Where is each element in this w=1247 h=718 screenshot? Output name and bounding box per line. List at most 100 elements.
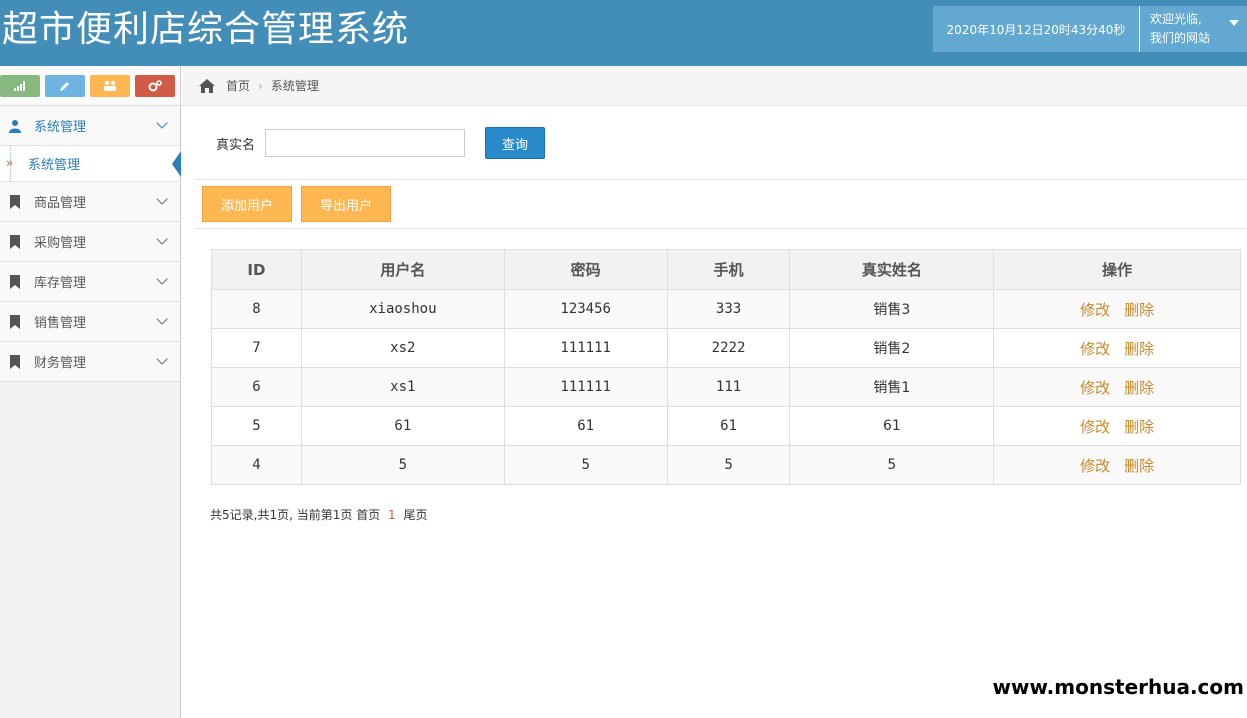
toolbar: 添加用户 导出用户 <box>196 179 1247 229</box>
search-row: 真实名 查询 <box>216 127 546 159</box>
realname-search-input[interactable] <box>265 129 466 157</box>
users-icon <box>104 80 116 91</box>
user-table: ID 用户名 密码 手机 真实姓名 操作 8 xiaoshou 123456 3… <box>211 249 1241 485</box>
active-pointer-icon <box>172 151 181 177</box>
edit-link[interactable]: 修改 <box>1080 457 1110 475</box>
edit-link[interactable]: 修改 <box>1080 340 1110 358</box>
chevron-down-icon <box>156 273 168 285</box>
sidebar-item-label: 系统管理 <box>34 120 87 135</box>
shortcut-users-button[interactable] <box>90 74 130 97</box>
sidebar-item-label: 采购管理 <box>34 236 87 251</box>
sidebar-subitem-label: 系统管理 <box>28 158 81 173</box>
cell-password: 111111 <box>503 328 668 368</box>
delete-link[interactable]: 删除 <box>1124 379 1154 397</box>
cell-id: 6 <box>211 367 302 407</box>
app-header: 超市便利店综合管理系统 2020年10月12日20时43分40秒 欢迎光临, 我… <box>0 0 1247 66</box>
chevron-right-icon: › <box>258 78 263 93</box>
sidebar-item-goods[interactable]: 商品管理 <box>0 182 180 222</box>
bookmark-icon <box>8 194 22 209</box>
search-button[interactable]: 查询 <box>485 127 546 159</box>
shortcut-signal-button[interactable] <box>0 74 40 97</box>
home-icon <box>199 78 215 93</box>
cell-actions: 修改 删除 <box>993 328 1241 368</box>
delete-link[interactable]: 删除 <box>1124 340 1154 358</box>
sidebar-item-label: 库存管理 <box>34 276 87 291</box>
cell-realname: 销售3 <box>789 289 995 329</box>
sidebar-item-system[interactable]: 系统管理 <box>0 106 180 146</box>
sidebar-shortcuts <box>0 66 180 106</box>
sidebar-item-sales[interactable]: 销售管理 <box>0 302 180 342</box>
table-row: 6 xs1 111111 111 销售1 修改 删除 <box>211 367 1241 407</box>
col-header-password: 密码 <box>503 249 668 290</box>
table-header-row: ID 用户名 密码 手机 真实姓名 操作 <box>211 249 1241 290</box>
cell-id: 4 <box>211 445 302 485</box>
bookmark-icon <box>8 274 22 289</box>
sidebar-item-label: 销售管理 <box>34 316 87 331</box>
cell-password: 61 <box>503 406 668 446</box>
edit-link[interactable]: 修改 <box>1080 418 1110 436</box>
table-row: 8 xiaoshou 123456 333 销售3 修改 删除 <box>211 289 1241 329</box>
sidebar-subitem-system[interactable]: » 系统管理 <box>0 146 181 182</box>
add-user-button[interactable]: 添加用户 <box>202 186 292 222</box>
bookmark-icon <box>8 234 22 249</box>
cogs-icon <box>148 79 162 91</box>
pagination-current-page[interactable]: 1 <box>388 508 396 522</box>
app-title: 超市便利店综合管理系统 <box>2 9 410 50</box>
chevron-down-icon <box>156 353 168 365</box>
cell-username: 5 <box>300 445 505 485</box>
user-menu[interactable]: 欢迎光临, 我们的网站 <box>1140 6 1247 52</box>
delete-link[interactable]: 删除 <box>1124 301 1154 319</box>
cell-id: 7 <box>211 328 302 368</box>
delete-link[interactable]: 删除 <box>1124 457 1154 475</box>
delete-link[interactable]: 删除 <box>1124 418 1154 436</box>
table-row: 4 5 5 5 5 修改 删除 <box>211 445 1241 485</box>
watermark-text: www.monsterhua.com <box>992 675 1244 699</box>
cell-username: xs1 <box>300 367 505 407</box>
search-label: 真实名 <box>216 137 256 153</box>
chevron-down-icon <box>156 193 168 205</box>
double-chevron-right-icon: » <box>6 156 14 170</box>
col-header-username: 用户名 <box>300 249 505 290</box>
cell-password: 111111 <box>503 367 668 407</box>
signal-icon <box>14 80 25 91</box>
sidebar-item-finance[interactable]: 财务管理 <box>0 342 180 382</box>
chevron-down-icon <box>156 313 168 325</box>
pencil-icon <box>60 81 69 91</box>
cell-actions: 修改 删除 <box>993 445 1241 485</box>
pagination-last-link[interactable]: 尾页 <box>404 508 428 522</box>
header-right: 2020年10月12日20时43分40秒 欢迎光临, 我们的网站 <box>933 6 1247 52</box>
cell-username: xs2 <box>300 328 505 368</box>
cell-password: 5 <box>503 445 668 485</box>
cell-id: 8 <box>211 289 302 329</box>
sidebar-item-purchase[interactable]: 采购管理 <box>0 222 180 262</box>
cell-actions: 修改 删除 <box>993 367 1241 407</box>
table-row: 5 61 61 61 61 修改 删除 <box>211 406 1241 446</box>
export-user-button[interactable]: 导出用户 <box>301 186 391 222</box>
cell-phone: 5 <box>666 445 791 485</box>
breadcrumb-home[interactable]: 首页 <box>226 77 250 94</box>
cell-id: 5 <box>211 406 302 446</box>
col-header-phone: 手机 <box>666 249 791 290</box>
sidebar-item-label: 财务管理 <box>34 356 87 371</box>
shortcut-cogs-button[interactable] <box>135 74 175 97</box>
breadcrumb-current: 系统管理 <box>270 79 319 93</box>
cell-actions: 修改 删除 <box>993 289 1241 329</box>
edit-link[interactable]: 修改 <box>1080 379 1110 397</box>
col-header-id: ID <box>211 249 302 290</box>
cell-phone: 333 <box>666 289 791 329</box>
col-header-realname: 真实姓名 <box>789 249 995 290</box>
welcome-line-2: 我们的网站 <box>1150 31 1211 45</box>
sidebar-item-inventory[interactable]: 库存管理 <box>0 262 180 302</box>
pagination-first-link[interactable]: 首页 <box>356 508 380 522</box>
table-row: 7 xs2 111111 2222 销售2 修改 删除 <box>211 328 1241 368</box>
cell-realname: 销售1 <box>789 367 995 407</box>
shortcut-pencil-button[interactable] <box>45 74 85 97</box>
edit-link[interactable]: 修改 <box>1080 301 1110 319</box>
cell-realname: 61 <box>789 406 995 446</box>
caret-down-icon <box>1229 20 1239 26</box>
bookmark-icon <box>8 354 22 369</box>
sidebar: 系统管理 » 系统管理 商品管理 采购管理 库存管理 销售管理 财务管理 <box>0 66 181 718</box>
sidebar-item-label: 商品管理 <box>34 196 87 211</box>
chevron-down-icon <box>156 233 168 245</box>
current-datetime: 2020年10月12日20时43分40秒 <box>933 6 1140 52</box>
